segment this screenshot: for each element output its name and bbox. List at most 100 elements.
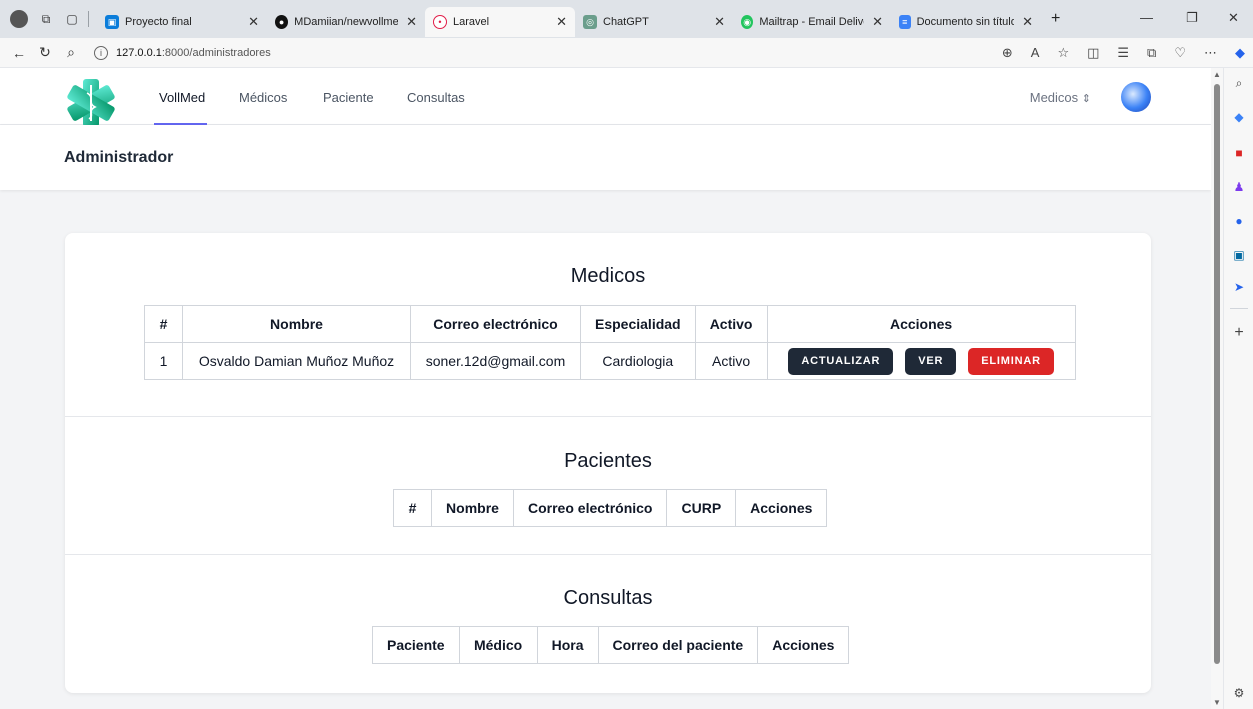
split-screen-icon[interactable]: ◫ [1087, 45, 1099, 61]
workspaces-icon[interactable]: ⧉ [38, 11, 54, 27]
chatgpt-icon: ◎ [583, 15, 597, 29]
pacientes-title: Pacientes [564, 450, 652, 472]
tab-title: Proyecto final [125, 16, 192, 28]
refresh-icon[interactable]: ↻ [32, 44, 58, 61]
docs-icon: ≡ [899, 15, 911, 29]
browser-tab-0[interactable]: ▣ Proyecto final ✕ [97, 7, 267, 37]
logo-icon[interactable] [64, 78, 118, 128]
column-header: Nombre [431, 489, 514, 527]
office-icon[interactable]: ● [1232, 214, 1246, 228]
favorites-icon[interactable]: ☰ [1117, 45, 1129, 61]
cell-especialidad: Cardiologia [580, 342, 696, 380]
table-row: 1 Osvaldo Damian Muñoz Muñoz soner.12d@g… [144, 342, 1076, 380]
scroll-down-icon[interactable]: ▼ [1213, 698, 1221, 707]
scroll-up-icon[interactable]: ▲ [1213, 70, 1221, 79]
outlook-icon[interactable]: ▣ [1232, 248, 1246, 262]
close-tab-icon[interactable]: ✕ [1014, 14, 1033, 30]
cell-activo: Activo [694, 342, 768, 380]
restore-icon[interactable]: ❐ [1186, 10, 1198, 26]
tab-actions-icon[interactable]: ▢ [64, 11, 80, 27]
column-header: Acciones [757, 626, 850, 664]
nav-link-consultas[interactable]: Consultas [407, 90, 465, 105]
url-field[interactable]: i 127.0.0.1:8000/administradores [94, 45, 271, 60]
user-menu-label: Medicos [1029, 90, 1079, 105]
browser-tab-bar: ⧉ ▢ ▣ Proyecto final ✕ ● MDamiian/newvol… [0, 0, 1253, 38]
browser-sidebar: ⌕ ◆ ■ ♟ ● ▣ ➤ + ⚙ [1223, 68, 1253, 709]
search-icon[interactable]: ⌕ [58, 44, 84, 61]
close-tab-icon[interactable]: ✕ [706, 14, 725, 30]
column-header: Médico [458, 626, 538, 664]
more-icon[interactable]: ⋯ [1204, 45, 1217, 61]
extensions-icon[interactable]: ♡ [1174, 45, 1186, 61]
close-window-icon[interactable]: ✕ [1228, 10, 1239, 26]
column-header: CURP [666, 489, 737, 527]
consultas-table: Paciente Médico Hora Correo del paciente… [372, 626, 850, 664]
send-icon[interactable]: ➤ [1232, 280, 1246, 294]
content-card: Medicos # Nombre Correo electrónico Espe… [65, 233, 1151, 693]
collections-icon[interactable]: ⧉ [1147, 45, 1156, 61]
medicos-title: Medicos [570, 265, 646, 287]
settings-gear-icon[interactable]: ⚙ [1232, 686, 1246, 700]
close-tab-icon[interactable]: ✕ [548, 14, 567, 30]
url-path: :8000/administradores [161, 46, 271, 59]
info-icon[interactable]: i [94, 45, 108, 60]
close-tab-icon[interactable]: ✕ [398, 14, 417, 30]
chevron-updown-icon: ⇕ [1081, 93, 1091, 105]
column-header: Acciones [735, 489, 828, 527]
separator [1230, 308, 1248, 309]
column-header: # [144, 305, 183, 343]
tab-title: Mailtrap - Email Delivery [759, 16, 864, 28]
separator [88, 11, 89, 27]
column-header: Especialidad [580, 305, 696, 343]
search-icon[interactable]: ⌕ [1232, 76, 1246, 90]
column-header: Hora [536, 626, 599, 664]
column-header: Acciones [766, 305, 1076, 343]
pacientes-table: # Nombre Correo electrónico CURP Accione… [393, 489, 828, 527]
consultas-title: Consultas [563, 587, 653, 609]
nav-link-vollmed[interactable]: VollMed [159, 90, 205, 105]
url-host: 127.0.0.1 [116, 46, 162, 59]
avatar[interactable] [1121, 82, 1151, 112]
zoom-icon[interactable]: ⊕ [1002, 45, 1013, 61]
column-header: Correo electrónico [410, 305, 581, 343]
user-menu-dropdown[interactable]: Medicos ⇕ [1030, 90, 1091, 105]
nav-link-paciente[interactable]: Paciente [323, 90, 374, 105]
close-tab-icon[interactable]: ✕ [240, 14, 259, 30]
tab-title: MDamiian/newvollmed [294, 16, 399, 28]
profile-icon[interactable] [10, 10, 28, 28]
favorite-star-icon[interactable]: ☆ [1057, 45, 1069, 61]
delete-button[interactable]: ELIMINAR [968, 347, 1054, 375]
back-icon[interactable]: ← [6, 45, 32, 61]
new-tab-icon[interactable]: + [1051, 10, 1060, 28]
view-button[interactable]: VER [905, 347, 957, 375]
add-icon[interactable]: + [1232, 324, 1246, 341]
table-header-row: Paciente Médico Hora Correo del paciente… [372, 626, 850, 664]
close-tab-icon[interactable]: ✕ [864, 14, 883, 30]
page-scrollbar[interactable]: ▲ ▼ [1211, 68, 1223, 709]
tab-title: Documento sin título - D [916, 16, 1015, 28]
games-icon[interactable]: ♟ [1232, 180, 1246, 194]
browser-tab-2[interactable]: • Laravel ✕ [425, 7, 575, 37]
address-bar: ← ↻ ⌕ i 127.0.0.1:8000/administradores ⊕… [0, 38, 1253, 68]
browser-tab-3[interactable]: ◎ ChatGPT ✕ [575, 7, 733, 37]
browser-tab-1[interactable]: ● MDamiian/newvollmed ✕ [267, 7, 425, 37]
read-aloud-icon[interactable]: A [1031, 45, 1040, 61]
browser-tab-5[interactable]: ≡ Documento sin título - D ✕ [891, 7, 1041, 37]
table-header-row: # Nombre Correo electrónico CURP Accione… [393, 489, 828, 527]
cell-id: 1 [144, 342, 183, 380]
github-icon: ● [275, 15, 289, 29]
browser-tab-4[interactable]: ◉ Mailtrap - Email Delivery ✕ [733, 7, 891, 37]
tab-favicon: ▣ [105, 15, 119, 29]
update-button[interactable]: ACTUALIZAR [788, 347, 894, 375]
minimize-icon[interactable]: — [1140, 10, 1153, 25]
nav-link-medicos[interactable]: Médicos [239, 90, 287, 105]
copilot-icon[interactable]: ◆ [1235, 45, 1245, 61]
column-header: # [393, 489, 432, 527]
page-title: Administrador [64, 149, 174, 166]
column-header: Correo electrónico [512, 489, 668, 527]
shopping-tag-icon[interactable]: ◆ [1232, 110, 1246, 124]
column-header: Paciente [372, 626, 460, 664]
scrollbar-thumb[interactable] [1214, 84, 1220, 664]
tools-icon[interactable]: ■ [1232, 146, 1246, 160]
divider [65, 554, 1151, 555]
